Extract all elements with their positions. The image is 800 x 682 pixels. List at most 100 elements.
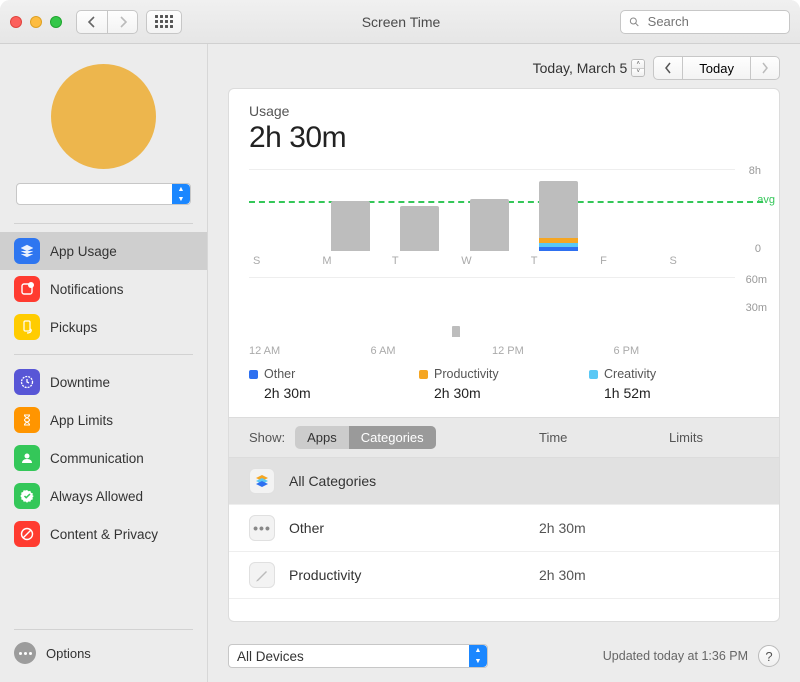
table-row[interactable]: ••• Other 2h 30m [229,505,779,552]
y-tick-mid: 30m [746,302,767,314]
table-row[interactable]: Productivity 2h 30m [229,552,779,599]
sidebar-label: Notifications [50,282,124,297]
divider [14,629,193,630]
device-select[interactable]: All Devices ▲▼ [228,644,488,668]
x-tick: F [596,255,665,267]
avatar [51,64,156,169]
sidebar-label: App Usage [50,244,117,259]
divider [14,354,193,355]
x-tick: 12 PM [492,345,614,357]
sidebar-label: App Limits [50,413,113,428]
table-header: Show: Apps Categories Time Limits [229,417,779,458]
x-tick: T [527,255,596,267]
close-window-button[interactable] [10,16,22,28]
row-name: Other [289,520,539,536]
col-limits: Limits [669,430,759,445]
x-tick: 6 PM [614,345,736,357]
person-icon [14,445,40,471]
usage-label: Usage [249,103,759,119]
row-name: All Categories [289,473,539,489]
avg-label: avg [757,194,775,206]
weekly-usage-chart: 8h 0 avg S M [249,169,735,265]
search-field[interactable] [620,10,790,34]
sidebar-item-content-privacy[interactable]: Content & Privacy [0,515,207,553]
legend-label: Creativity [604,367,656,381]
sidebar-label: Downtime [50,375,110,390]
col-time: Time [539,430,669,445]
back-button[interactable] [77,11,107,33]
traffic-lights [10,16,62,28]
x-tick: W [457,255,526,267]
zoom-window-button[interactable] [50,16,62,28]
legend-item-productivity: Productivity 2h 30m [419,367,589,401]
legend: Other 2h 30m Productivity 2h 30m Creativ… [249,367,759,401]
no-entry-icon [14,521,40,547]
help-button[interactable]: ? [758,645,780,667]
chevron-left-icon [664,62,672,74]
check-badge-icon [14,483,40,509]
x-tick: T [388,255,457,267]
sidebar-label: Always Allowed [50,489,143,504]
week-labels: S M T W T F S [249,255,735,267]
y-tick-bottom: 0 [755,243,761,255]
minimize-window-button[interactable] [30,16,42,28]
search-icon [629,16,640,28]
sidebar-item-app-usage[interactable]: App Usage [0,232,207,270]
stepper-icon: ▲▼ [469,645,487,667]
x-tick: S [249,255,318,267]
sidebar-item-always-allowed[interactable]: Always Allowed [0,477,207,515]
row-time: 2h 30m [539,520,669,536]
forward-button[interactable] [107,11,137,33]
chevron-right-icon [118,16,128,28]
stepper-icon: ˄˅ [631,59,645,77]
hourglass-icon [14,407,40,433]
table-row[interactable]: All Categories [229,458,779,505]
options-label: Options [46,646,91,661]
user-select[interactable]: ▲▼ [16,183,191,205]
prev-day-button[interactable] [654,57,682,79]
sidebar-item-downtime[interactable]: Downtime [0,363,207,401]
stack-icon [249,468,275,494]
sidebar-item-app-limits[interactable]: App Limits [0,401,207,439]
toggle-categories[interactable]: Categories [349,426,436,449]
footer: All Devices ▲▼ Updated today at 1:36 PM … [208,634,800,682]
hourly-usage-chart: 60m 30m [249,277,735,337]
show-label: Show: [249,430,285,445]
row-time: 2h 30m [539,567,669,583]
y-tick-top: 60m [746,274,767,286]
sidebar-group-reports: App Usage Notifications Pickups [0,228,207,350]
device-label: All Devices [237,649,304,664]
x-tick: M [318,255,387,267]
ellipsis-icon: ••• [249,515,275,541]
back-forward-segment [76,10,138,34]
sidebar-group-settings: Downtime App Limits Communication [0,359,207,557]
legend-value: 2h 30m [419,385,589,401]
date-picker[interactable]: Today, March 5 ˄˅ [533,59,646,77]
today-button[interactable]: Today [682,57,750,79]
sidebar-item-pickups[interactable]: Pickups [0,308,207,346]
sidebar-label: Content & Privacy [50,527,158,542]
search-input[interactable] [646,13,781,30]
row-name: Productivity [289,567,539,583]
usage-header: Usage 2h 30m [229,89,779,163]
sidebar-label: Pickups [50,320,97,335]
show-all-prefs-button[interactable] [146,10,182,34]
legend-value: 1h 52m [589,385,759,401]
downtime-icon [14,369,40,395]
today-segment: Today [653,56,780,80]
stepper-icon: ▲▼ [172,184,190,204]
chevron-right-icon [761,62,769,74]
next-day-button[interactable] [750,57,779,79]
x-tick: 12 AM [249,345,371,357]
sidebar-item-notifications[interactable]: Notifications [0,270,207,308]
sidebar: ▲▼ App Usage Notifications [0,44,208,682]
sidebar-item-communication[interactable]: Communication [0,439,207,477]
swatch-icon [419,370,428,379]
swatch-icon [589,370,598,379]
layers-icon [14,238,40,264]
swatch-icon [249,370,258,379]
usage-value: 2h 30m [249,121,759,155]
sidebar-options-button[interactable]: Options [0,634,207,672]
week-columns [249,169,735,251]
toggle-apps[interactable]: Apps [295,426,349,449]
